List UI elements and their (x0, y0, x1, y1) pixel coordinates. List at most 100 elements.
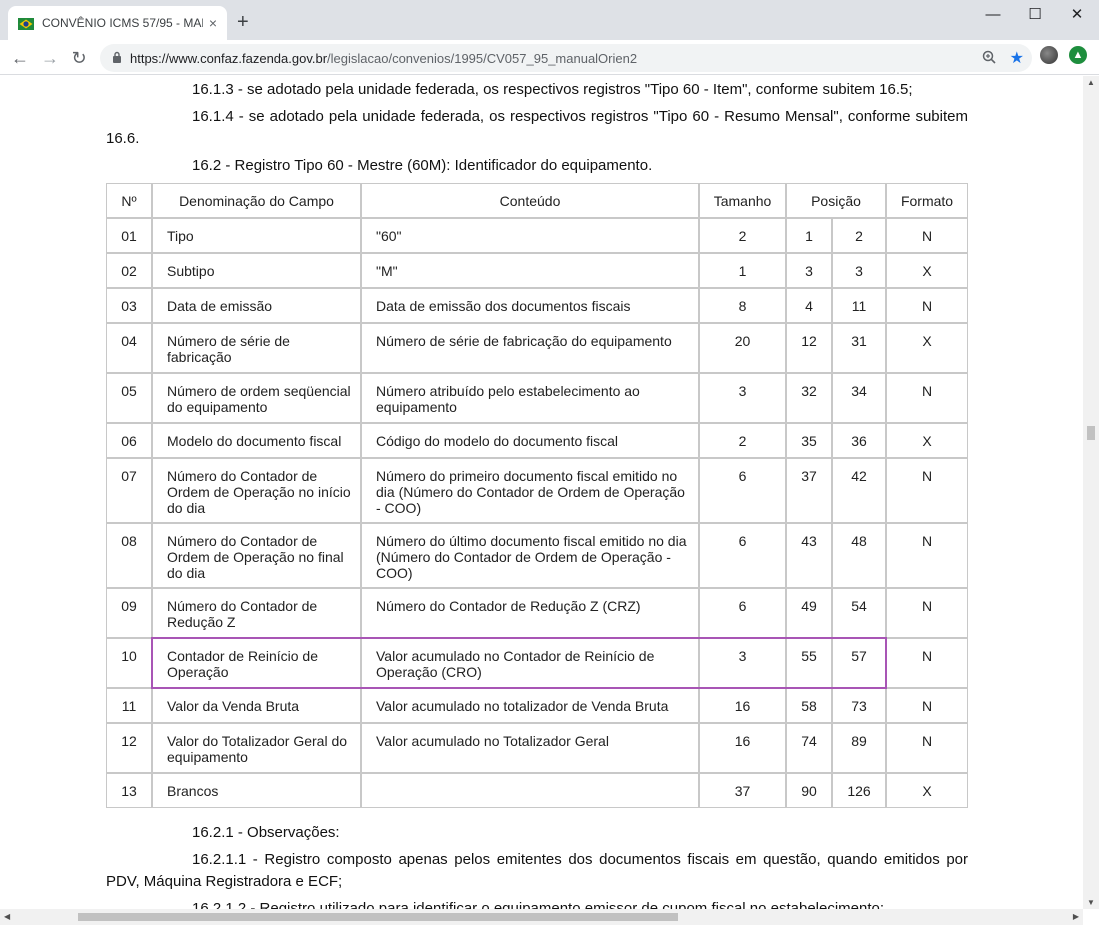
table-row: 08 Número do Contador de Ordem de Operaçã… (106, 523, 968, 588)
cell-position-from: 55 (786, 638, 832, 688)
scroll-right-icon[interactable]: ▶ (1073, 912, 1079, 921)
table-row: 07 Número do Contador de Ordem de Operaçã… (106, 458, 968, 523)
close-window-button[interactable]: ✕ (1057, 3, 1097, 25)
profile-avatar[interactable] (1040, 46, 1058, 64)
extension-icon[interactable]: ▲ (1069, 46, 1087, 64)
cell-position-to: 42 (832, 458, 886, 523)
cell-position-from: 49 (786, 588, 832, 638)
cell-num: 03 (106, 288, 152, 323)
table-row: 13 Brancos 37 90 126 X (106, 773, 968, 808)
cell-format: N (886, 373, 968, 423)
cell-format: N (886, 638, 968, 688)
cell-num: 12 (106, 723, 152, 773)
cell-position-to: 57 (832, 638, 886, 688)
back-button[interactable]: ← (8, 46, 32, 70)
cell-format: N (886, 458, 968, 523)
paragraph-16-2-1-2: 16.2.1.2 - Registro utilizado para ident… (192, 900, 885, 909)
cell-size: 16 (699, 723, 786, 773)
cell-field: Número do Contador de Redução Z (152, 588, 361, 638)
header-format: Formato (886, 183, 968, 218)
table-row: 12 Valor do Totalizador Geral do equipame… (106, 723, 968, 773)
paragraph-16-2-1-1: 16.2.1.1 - Registro composto apenas pelo… (106, 851, 968, 890)
cell-format: N (886, 218, 968, 253)
table-header-row: Nº Denominação do Campo Conteúdo Tamanho… (106, 183, 968, 218)
table-row: 06 Modelo do documento fiscal Código do mo… (106, 423, 968, 458)
maximize-button[interactable]: ☐ (1015, 3, 1055, 25)
scroll-up-icon[interactable]: ▲ (1087, 78, 1095, 87)
cell-size: 3 (699, 638, 786, 688)
cell-num: 01 (106, 218, 152, 253)
cell-field: Modelo do documento fiscal (152, 423, 361, 458)
vertical-scrollbar[interactable]: ▲ ▼ (1083, 76, 1099, 909)
url-host: https://www.confaz.fazenda.gov.br (130, 50, 328, 66)
cell-size: 6 (699, 588, 786, 638)
table-row: 02 Subtipo "M" 1 3 3 X (106, 253, 968, 288)
cell-size: 16 (699, 688, 786, 723)
active-tab[interactable]: CONVÊNIO ICMS 57/95 - MANU × (8, 6, 227, 40)
cell-num: 02 (106, 253, 152, 288)
tab-title: CONVÊNIO ICMS 57/95 - MANU (42, 16, 203, 30)
cell-position-to: 36 (832, 423, 886, 458)
cell-position-from: 37 (786, 458, 832, 523)
browser-toolbar: ← → ↻ https://www.confaz.fazenda.gov.br/… (0, 40, 1099, 75)
cell-position-to: 31 (832, 323, 886, 373)
cell-size: 2 (699, 218, 786, 253)
page-viewport: 16.1.3 - se adotado pela unidade federad… (0, 76, 1083, 909)
paragraph-16-1-4: 16.1.4 - se adotado pela unidade federad… (106, 108, 968, 147)
cell-num: 06 (106, 423, 152, 458)
cell-position-from: 43 (786, 523, 832, 588)
cell-content: Número atribuído pelo estabelecimento ao… (361, 373, 699, 423)
zoom-icon[interactable] (982, 50, 996, 67)
cell-position-to: 34 (832, 373, 886, 423)
cell-field: Subtipo (152, 253, 361, 288)
cell-position-from: 3 (786, 253, 832, 288)
table-row: 04 Número de série de fabricação Número de… (106, 323, 968, 373)
horizontal-scrollbar[interactable]: ◀ ▶ (0, 909, 1083, 925)
table-row: 11 Valor da Venda Bruta Valor acumulado no… (106, 688, 968, 723)
cell-position-from: 4 (786, 288, 832, 323)
url-text[interactable]: https://www.confaz.fazenda.gov.br/legisl… (130, 51, 637, 66)
bookmark-star-icon[interactable]: ★ (1010, 48, 1024, 68)
header-position: Posição (786, 183, 886, 218)
cell-field: Contador de Reinício de Operação (152, 638, 361, 688)
cell-position-to: 126 (832, 773, 886, 808)
cell-num: 08 (106, 523, 152, 588)
cell-field: Número de série de fabricação (152, 323, 361, 373)
cell-position-to: 89 (832, 723, 886, 773)
cell-position-from: 74 (786, 723, 832, 773)
reload-button[interactable]: ↻ (67, 46, 91, 70)
table-row: 09 Número do Contador de Redução Z Número … (106, 588, 968, 638)
scroll-left-icon[interactable]: ◀ (4, 912, 10, 921)
cell-num: 05 (106, 373, 152, 423)
cell-position-to: 11 (832, 288, 886, 323)
forward-button[interactable]: → (38, 46, 62, 70)
document-body: 16.1.3 - se adotado pela unidade federad… (106, 76, 968, 909)
new-tab-button[interactable]: + (237, 12, 249, 32)
vertical-scroll-thumb[interactable] (1087, 426, 1095, 440)
cell-size: 20 (699, 323, 786, 373)
brazil-flag-icon (18, 17, 34, 30)
cell-size: 3 (699, 373, 786, 423)
tab-close-icon[interactable]: × (209, 15, 217, 31)
table-row: 10 Contador de Reinício de Operação Valor … (106, 638, 968, 688)
cell-position-from: 1 (786, 218, 832, 253)
url-path: /legislacao/convenios/1995/CV057_95_manu… (327, 50, 638, 66)
cell-format: N (886, 723, 968, 773)
horizontal-scroll-thumb[interactable] (78, 913, 678, 921)
cell-position-from: 35 (786, 423, 832, 458)
cell-position-from: 90 (786, 773, 832, 808)
cell-field: Valor do Totalizador Geral do equipament… (152, 723, 361, 773)
cell-num: 07 (106, 458, 152, 523)
cell-position-from: 12 (786, 323, 832, 373)
cell-num: 04 (106, 323, 152, 373)
cell-content: Data de emissão dos documentos fiscais (361, 288, 699, 323)
address-bar[interactable]: https://www.confaz.fazenda.gov.br/legisl… (100, 44, 1032, 72)
cell-format: X (886, 773, 968, 808)
scroll-down-icon[interactable]: ▼ (1087, 898, 1095, 907)
cell-field: Tipo (152, 218, 361, 253)
minimize-button[interactable]: — (973, 3, 1013, 25)
cell-position-from: 58 (786, 688, 832, 723)
cell-field: Valor da Venda Bruta (152, 688, 361, 723)
lock-icon[interactable] (112, 51, 122, 66)
cell-content: "60" (361, 218, 699, 253)
